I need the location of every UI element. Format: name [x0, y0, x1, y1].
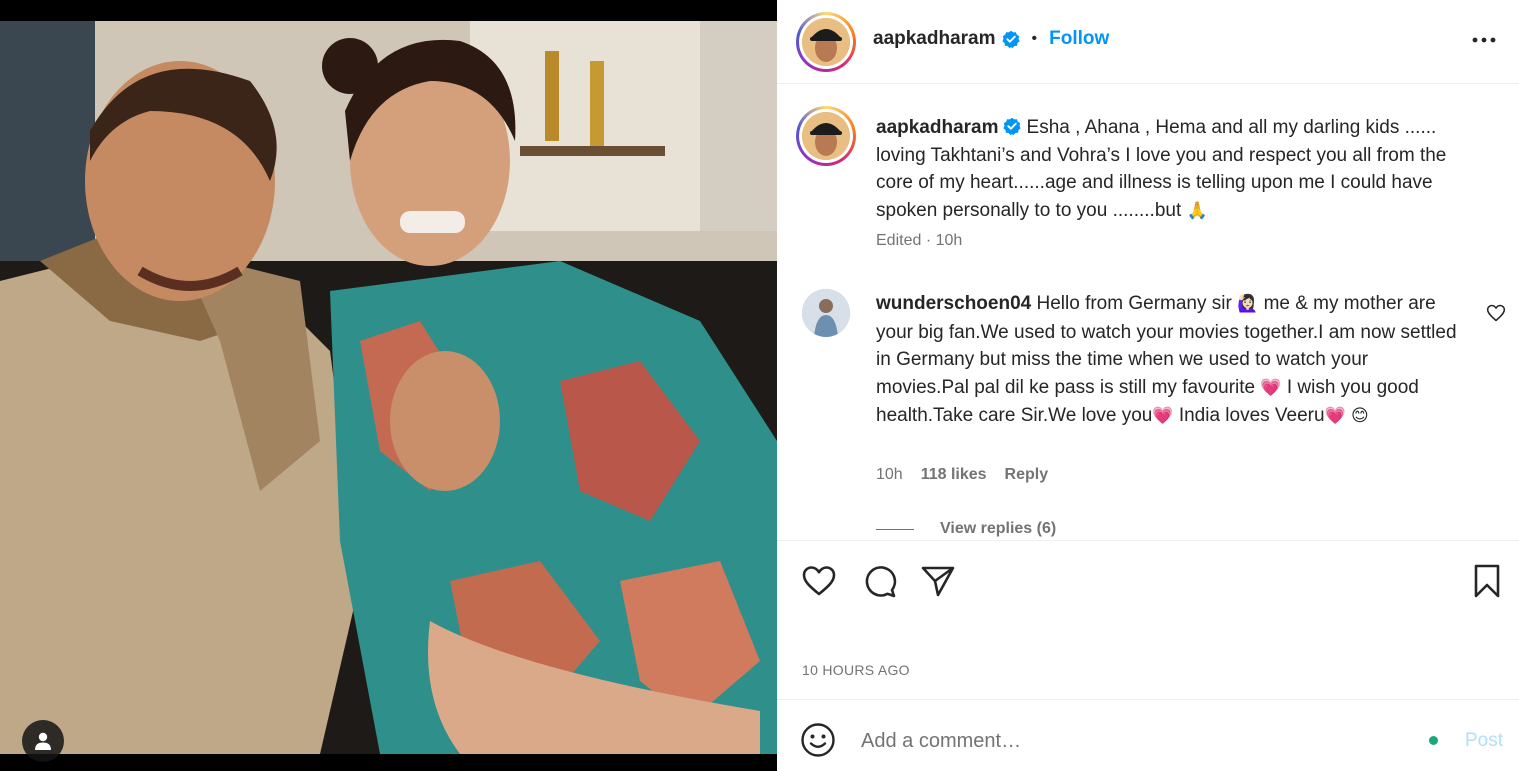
heart-emoji: 💗: [1152, 406, 1174, 426]
post-comment-button[interactable]: Post: [1465, 730, 1503, 752]
smiling-face-emoji: 😊: [1351, 406, 1369, 426]
commenter-avatar[interactable]: [802, 289, 850, 337]
smiley-icon[interactable]: [800, 722, 836, 758]
post-header: aapkadharam • Follow: [777, 0, 1519, 84]
post-timestamp: 10 HOURS AGO: [802, 662, 910, 678]
post-photo[interactable]: [0, 21, 777, 754]
comment-time: 10h: [876, 466, 903, 483]
caption-username[interactable]: aapkadharam: [876, 117, 999, 138]
commenter-avatar-image: [802, 289, 850, 337]
comment-text-4: India loves Veeru: [1178, 405, 1325, 426]
header-user-row: aapkadharam • Follow: [873, 28, 1109, 50]
comment-text-1: Hello from Germany sir: [1036, 293, 1232, 314]
separator-dot: •: [1031, 30, 1038, 47]
tagged-users-button[interactable]: [22, 720, 64, 762]
post-photo-area: [0, 0, 777, 771]
praying-hands-emoji: 🙏: [1186, 200, 1208, 221]
view-replies-label: View replies (6): [940, 520, 1057, 537]
post-details-panel: aapkadharam • Follow aapkadharam Esha , …: [777, 0, 1519, 771]
comment-reply-button[interactable]: Reply: [1005, 466, 1049, 484]
comment-icon[interactable]: [861, 563, 897, 599]
photo-illustration: [0, 21, 777, 754]
commenter-username[interactable]: wunderschoen04: [876, 293, 1031, 314]
comment-input[interactable]: [861, 724, 1401, 758]
author-avatar-image: [802, 18, 850, 66]
heart-emoji: 💗: [1260, 377, 1282, 398]
verified-badge-icon: [1001, 30, 1020, 48]
send-icon[interactable]: [920, 563, 956, 599]
bookmark-icon[interactable]: [1469, 563, 1505, 599]
user-icon: [35, 732, 51, 750]
online-status-dot: [1429, 736, 1438, 745]
verified-badge-icon: [1002, 118, 1021, 136]
view-replies-button[interactable]: View replies (6): [876, 520, 1056, 538]
replies-divider-line: [876, 528, 914, 530]
follow-button[interactable]: Follow: [1049, 28, 1109, 50]
post-caption: aapkadharam Esha , Ahana , Hema and all …: [876, 114, 1486, 225]
heart-emoji: 💗: [1324, 406, 1346, 426]
post-actions-bar: [777, 540, 1519, 620]
caption-author-avatar[interactable]: [796, 106, 856, 166]
caption-meta: Edited · 10h: [876, 232, 963, 249]
caption-avatar-image: [802, 112, 850, 160]
raising-hand-emoji: 🙋🏻‍♀️: [1237, 294, 1259, 314]
author-username[interactable]: aapkadharam: [873, 28, 996, 50]
more-horizontal-icon[interactable]: [1471, 30, 1497, 50]
comment-heart-icon[interactable]: [1486, 303, 1506, 323]
comments-section: aapkadharam Esha , Ahana , Hema and all …: [777, 85, 1519, 540]
comment-meta: 10h 118 likes Reply: [876, 466, 1048, 484]
author-avatar[interactable]: [796, 12, 856, 72]
comment-body: wunderschoen04 Hello from Germany sir 🙋🏻…: [876, 290, 1466, 431]
add-comment-bar: Post: [777, 699, 1519, 771]
comment-likes[interactable]: 118 likes: [921, 466, 987, 484]
heart-icon[interactable]: [801, 563, 837, 599]
